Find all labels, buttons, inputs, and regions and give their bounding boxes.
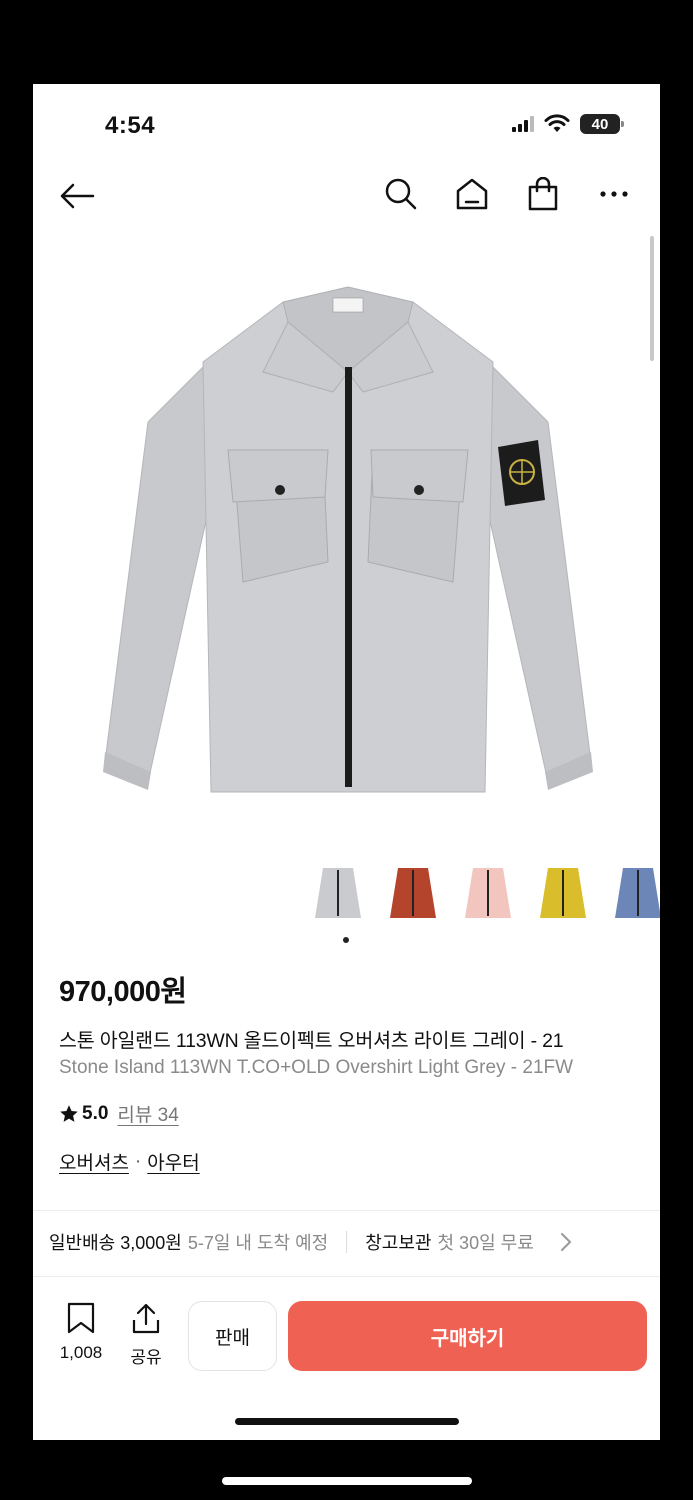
color-thumbnails	[313, 862, 660, 928]
more-button[interactable]	[596, 182, 632, 206]
shopping-bag-icon	[528, 177, 558, 211]
home-indicator[interactable]	[235, 1418, 459, 1425]
category-link-outer[interactable]: 아우터	[147, 1148, 199, 1175]
chevron-right-icon	[560, 1233, 571, 1251]
shopping-bag-button[interactable]	[525, 175, 561, 213]
storage-info: 첫 30일 무료	[437, 1233, 534, 1253]
product-title-korean: 스톤 아일랜드 113WN 올드이펙트 오버셔츠 라이트 그레이 - 21	[59, 1030, 564, 1052]
wifi-icon	[544, 114, 570, 132]
search-icon	[385, 178, 417, 210]
share-label: 공유	[130, 1348, 162, 1367]
back-arrow-icon	[60, 183, 95, 209]
product-price: 970,000원	[59, 976, 187, 1008]
star-icon	[60, 1104, 78, 1122]
home-icon	[456, 178, 488, 210]
thumbnail-red[interactable]	[388, 862, 438, 928]
thumbnail-blue[interactable]	[613, 862, 660, 928]
status-time: 4:54	[105, 112, 156, 139]
battery-indicator: 40	[580, 114, 624, 134]
category-separator: ·	[134, 1150, 142, 1172]
product-image[interactable]	[93, 282, 603, 802]
outer-home-indicator	[222, 1477, 472, 1485]
scroll-indicator[interactable]	[650, 236, 654, 361]
reviews-link[interactable]: 리뷰 34	[117, 1100, 178, 1127]
shipping-info[interactable]: 일반배송 3,000원 5-7일 내 도착 예정 창고보관 첫 30일 무료	[49, 1229, 572, 1255]
thumbnail-pink[interactable]	[463, 862, 513, 928]
shipping-separator	[346, 1231, 348, 1253]
rating-score: 5.0	[82, 1102, 109, 1124]
category-link-overshirt[interactable]: 오버셔츠	[59, 1148, 129, 1175]
shipping-eta: 5-7일 내 도착 예정	[187, 1233, 329, 1253]
share-button[interactable]: 공유	[121, 1302, 171, 1368]
app-screen: 4:54 40 970,000원 스톤 아일랜드 113WN 올드이펙트 오버셔…	[33, 84, 660, 1440]
share-icon	[132, 1303, 160, 1334]
divider	[33, 1210, 660, 1211]
home-button[interactable]	[454, 176, 490, 212]
more-icon	[600, 191, 628, 197]
thumbnail-grey[interactable]	[313, 862, 363, 928]
buy-button[interactable]: 구매하기	[288, 1301, 647, 1371]
category-breadcrumb: 오버셔츠 · 아우터	[59, 1148, 200, 1175]
rating-row: 5.0 리뷰 34	[59, 1100, 179, 1127]
divider	[33, 1276, 660, 1277]
bookmark-button[interactable]: 1,008	[53, 1302, 109, 1363]
back-button[interactable]	[57, 176, 97, 216]
search-button[interactable]	[383, 176, 419, 212]
shipping-label: 일반배송 3,000원	[49, 1233, 182, 1253]
product-title-english: Stone Island 113WN T.CO+OLD Overshirt Li…	[59, 1057, 574, 1078]
bookmark-icon	[67, 1302, 95, 1334]
carousel-dot	[343, 937, 349, 943]
thumbnail-yellow[interactable]	[538, 862, 588, 928]
sell-button[interactable]: 판매	[188, 1301, 277, 1371]
status-icons: 40	[512, 114, 624, 134]
storage-label: 창고보관	[365, 1233, 432, 1253]
bookmark-count: 1,008	[59, 1343, 103, 1362]
cellular-signal-icon	[512, 116, 534, 132]
